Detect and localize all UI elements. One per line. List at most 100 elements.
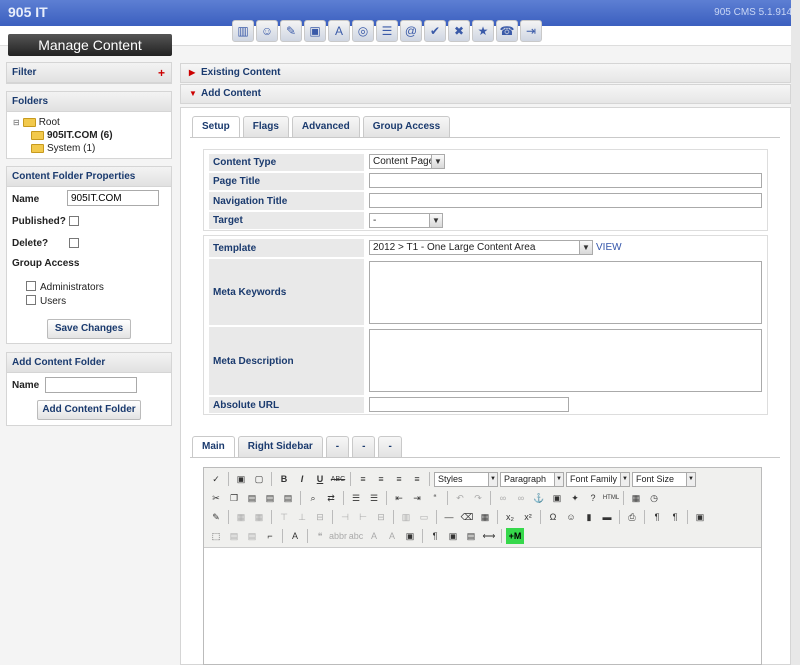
page-scrollbar[interactable] bbox=[791, 0, 800, 665]
redo-icon[interactable]: ↷ bbox=[470, 490, 486, 506]
move-backward-icon[interactable]: ▤ bbox=[244, 528, 260, 544]
checklist-icon[interactable]: ✔ bbox=[424, 20, 446, 42]
target-select[interactable]: - ▼ bbox=[369, 213, 443, 228]
paste-icon[interactable]: ▤ bbox=[244, 490, 260, 506]
advanced-hr-icon[interactable]: ▬ bbox=[599, 509, 615, 525]
absolute-url-input[interactable] bbox=[369, 397, 569, 412]
special-char-icon[interactable]: Ω bbox=[545, 509, 561, 525]
rtl-icon[interactable]: ¶ bbox=[667, 509, 683, 525]
italic-icon[interactable]: I bbox=[294, 471, 310, 487]
chart-icon[interactable]: ▥ bbox=[232, 20, 254, 42]
del-icon[interactable]: A bbox=[366, 528, 382, 544]
image-icon[interactable]: ▣ bbox=[549, 490, 565, 506]
tree-item-905it[interactable]: 905IT.COM (6) bbox=[13, 129, 171, 142]
subscript-icon[interactable]: x₂ bbox=[502, 509, 518, 525]
find-icon[interactable]: ⌕ bbox=[305, 490, 321, 506]
time-icon[interactable]: ◷ bbox=[646, 490, 662, 506]
tools-icon[interactable]: ✖ bbox=[448, 20, 470, 42]
bold-icon[interactable]: B bbox=[276, 471, 292, 487]
delete-checkbox[interactable] bbox=[69, 238, 79, 248]
add-filter-icon[interactable]: + bbox=[158, 63, 165, 83]
folder-star-icon[interactable]: ★ bbox=[472, 20, 494, 42]
unlink-icon[interactable]: ∞ bbox=[513, 490, 529, 506]
phone-icon[interactable]: ☎ bbox=[496, 20, 518, 42]
tree-item-system[interactable]: System (1) bbox=[13, 142, 171, 155]
link-icon[interactable]: ∞ bbox=[495, 490, 511, 506]
collapse-icon[interactable]: ⊟ bbox=[13, 118, 20, 127]
save-changes-button[interactable]: Save Changes bbox=[47, 319, 131, 339]
paste-text-icon[interactable]: ▤ bbox=[262, 490, 278, 506]
tab-empty-2[interactable]: - bbox=[352, 436, 376, 457]
new-folder-name-input[interactable] bbox=[45, 377, 137, 393]
fullscreen-icon[interactable]: ▣ bbox=[692, 509, 708, 525]
navigation-title-input[interactable] bbox=[369, 193, 762, 208]
editor-content-area[interactable] bbox=[204, 549, 761, 664]
administrators-checkbox[interactable] bbox=[26, 281, 36, 291]
meta-keywords-textarea[interactable] bbox=[369, 261, 762, 324]
tab-main[interactable]: Main bbox=[192, 436, 235, 457]
spellcheck-icon[interactable]: ✓ bbox=[208, 471, 224, 487]
nonbreaking-icon[interactable]: ⟷ bbox=[481, 528, 497, 544]
bullet-list-icon[interactable]: ☰ bbox=[348, 490, 364, 506]
insert-row-after-icon[interactable]: ⊥ bbox=[294, 509, 310, 525]
cut-icon[interactable]: ✂ bbox=[208, 490, 224, 506]
tab-empty-3[interactable]: - bbox=[378, 436, 402, 457]
paragraph-select[interactable]: Paragraph ▼ bbox=[500, 471, 564, 487]
existing-content-header[interactable]: ▶ Existing Content bbox=[180, 63, 791, 83]
insert-layer-icon[interactable]: ⬚ bbox=[208, 528, 224, 544]
outdent-icon[interactable]: ⇤ bbox=[391, 490, 407, 506]
email-icon[interactable]: @ bbox=[400, 20, 422, 42]
help-icon[interactable]: ? bbox=[585, 490, 601, 506]
delete-row-icon[interactable]: ⊟ bbox=[312, 509, 328, 525]
move-forward-icon[interactable]: ▤ bbox=[226, 528, 242, 544]
tab-right-sidebar[interactable]: Right Sidebar bbox=[237, 436, 323, 457]
indent-icon[interactable]: ⇥ bbox=[409, 490, 425, 506]
edit-css-icon[interactable]: ✎ bbox=[208, 509, 224, 525]
visual-aid-icon[interactable]: ▦ bbox=[477, 509, 493, 525]
text-add-icon[interactable]: A bbox=[328, 20, 350, 42]
users-icon[interactable]: ☺ bbox=[256, 20, 278, 42]
copy-icon[interactable]: ❐ bbox=[226, 490, 242, 506]
html-icon[interactable]: HTML bbox=[603, 490, 619, 506]
tab-flags[interactable]: Flags bbox=[242, 116, 289, 137]
insert-module-button[interactable]: +M bbox=[506, 528, 524, 544]
font-size-select[interactable]: Font Size ▼ bbox=[632, 471, 696, 487]
view-template-link[interactable]: VIEW bbox=[596, 242, 622, 253]
insert-col-before-icon[interactable]: ⊣ bbox=[337, 509, 353, 525]
pagebreak-icon[interactable]: ▣ bbox=[445, 528, 461, 544]
undo-icon[interactable]: ↶ bbox=[452, 490, 468, 506]
abbr-icon[interactable]: abbr bbox=[329, 528, 347, 544]
show-blocks-icon[interactable]: ¶ bbox=[427, 528, 443, 544]
page-title-input[interactable] bbox=[369, 173, 762, 188]
cleanup-icon[interactable]: ✦ bbox=[567, 490, 583, 506]
list-icon[interactable]: ☰ bbox=[376, 20, 398, 42]
split-cells-icon[interactable]: ▥ bbox=[398, 509, 414, 525]
database-icon[interactable]: ◎ bbox=[352, 20, 374, 42]
print-icon[interactable]: ⎙ bbox=[624, 509, 640, 525]
new-document-icon[interactable]: ▢ bbox=[251, 471, 267, 487]
emoticon-icon[interactable]: ☺ bbox=[563, 509, 579, 525]
font-family-select[interactable]: Font Family ▼ bbox=[566, 471, 630, 487]
paste-word-icon[interactable]: ▤ bbox=[280, 490, 296, 506]
content-type-select[interactable]: Content Page ▼ bbox=[369, 154, 445, 169]
media-icon[interactable]: ▮ bbox=[581, 509, 597, 525]
remove-format-icon[interactable]: ⌫ bbox=[459, 509, 475, 525]
meta-description-textarea[interactable] bbox=[369, 329, 762, 392]
edit-icon[interactable]: ✎ bbox=[280, 20, 302, 42]
style-props-icon[interactable]: A bbox=[287, 528, 303, 544]
tree-root[interactable]: ⊟ Root bbox=[13, 116, 171, 129]
styles-select[interactable]: Styles ▼ bbox=[434, 471, 498, 487]
row-props-icon[interactable]: ▦ bbox=[251, 509, 267, 525]
align-justify-icon[interactable]: ≡ bbox=[409, 471, 425, 487]
cite-icon[interactable]: ❝ bbox=[312, 528, 328, 544]
tab-group-access[interactable]: Group Access bbox=[362, 116, 451, 137]
image-add-icon[interactable]: ▣ bbox=[304, 20, 326, 42]
strikethrough-icon[interactable]: ABC bbox=[330, 471, 346, 487]
absolute-position-icon[interactable]: ⌐ bbox=[262, 528, 278, 544]
align-center-icon[interactable]: ≡ bbox=[373, 471, 389, 487]
template-select[interactable]: 2012 > T1 - One Large Content Area ▼ bbox=[369, 240, 593, 255]
template-icon[interactable]: ▤ bbox=[463, 528, 479, 544]
exit-icon[interactable]: ⇥ bbox=[520, 20, 542, 42]
insert-row-before-icon[interactable]: ⊤ bbox=[276, 509, 292, 525]
merge-cells-icon[interactable]: ▭ bbox=[416, 509, 432, 525]
